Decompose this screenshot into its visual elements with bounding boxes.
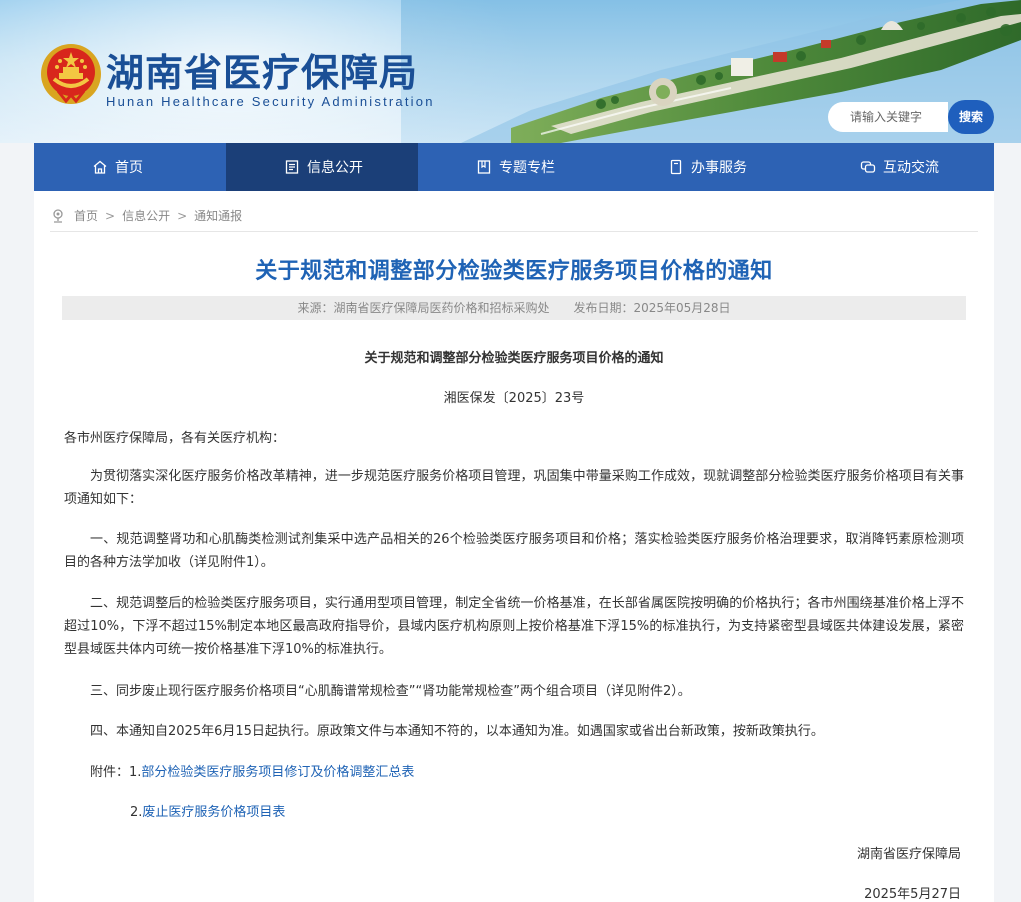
attachment-number: 1. [129, 765, 142, 780]
site-subtitle: Hunan Healthcare Security Administration [106, 94, 435, 109]
chat-icon [860, 161, 876, 173]
body-paragraph: 为贯彻落实深化医疗服务价格改革精神，进一步规范医疗服务价格项目管理，巩固集中带量… [64, 469, 964, 507]
body-paragraph: 二、规范调整后的检验类医疗服务项目，实行通用型项目管理，制定全省统一价格基准，在… [64, 596, 964, 657]
nav-item-label: 首页 [115, 160, 143, 176]
document-list-icon [285, 160, 299, 174]
breadcrumb-separator: > [177, 208, 188, 223]
nav-item-home[interactable]: 首页 [34, 143, 226, 191]
salutation: 各市州医疗保障局，各有关医疗机构： [64, 431, 286, 446]
search-input[interactable]: 请输入关键字 [828, 102, 948, 132]
attachment-row: 2.废止医疗服务价格项目表 [130, 801, 285, 824]
breadcrumb-info-disclosure[interactable]: 信息公开 [122, 207, 170, 224]
nav-item-label: 专题专栏 [499, 160, 555, 176]
attachment-number: 2. [130, 805, 143, 820]
header-banner: 湖南省医疗保障局 Hunan Healthcare Security Admin… [0, 0, 1021, 143]
site-title: 湖南省医疗保障局 [106, 50, 419, 95]
document-number: 湘医保发〔2025〕23号 [443, 391, 585, 406]
nav-item-info-disclosure[interactable]: 信息公开 [226, 143, 418, 191]
search-button[interactable]: 搜索 [948, 100, 994, 134]
breadcrumb-notices[interactable]: 通知通报 [194, 207, 242, 224]
nav-item-services[interactable]: 办事服务 [610, 143, 802, 191]
national-emblem-icon [41, 44, 101, 104]
body-paragraph: 四、本通知自2025年6月15日起执行。原政策文件与本通知不符的，以本通知为准。… [90, 724, 824, 739]
nav-item-special-topics[interactable]: 专题专栏 [418, 143, 610, 191]
article-source: 来源：湖南省医疗保障局医药价格和招标采购处 [297, 301, 550, 315]
signature-date: 2025年5月27日 [864, 887, 961, 902]
location-pin-icon [53, 208, 63, 223]
page-title: 关于规范和调整部分检验类医疗服务项目价格的通知 [255, 259, 773, 284]
breadcrumb-separator: > [105, 208, 116, 223]
file-icon [670, 159, 682, 175]
attachment-link[interactable]: 部分检验类医疗服务项目修订及价格调整汇总表 [141, 765, 414, 780]
attachment-row: 附件：1.部分检验类医疗服务项目修订及价格调整汇总表 [90, 761, 414, 784]
nav-item-label: 互动交流 [883, 160, 939, 176]
nav-item-label: 办事服务 [691, 160, 747, 176]
body-paragraph: 三、同步废止现行医疗服务价格项目“心肌酶谱常规检查”“肾功能常规检查”两个组合项… [90, 684, 691, 699]
book-icon [477, 160, 491, 174]
document-heading: 关于规范和调整部分检验类医疗服务项目价格的通知 [364, 351, 664, 366]
breadcrumb-divider [50, 231, 978, 232]
main-nav: 首页 信息公开 专题专栏 办事服务 互动交流 [34, 143, 994, 191]
article-publish-date: 发布日期：2025年05月28日 [573, 301, 731, 315]
signature-authority: 湖南省医疗保障局 [856, 847, 961, 862]
article-card: 首页 > 信息公开 > 通知通报 关于规范和调整部分检验类医疗服务项目价格的通知… [34, 191, 994, 902]
home-icon [93, 160, 107, 174]
nav-item-label: 信息公开 [307, 160, 363, 176]
nav-item-interaction[interactable]: 互动交流 [802, 143, 994, 191]
breadcrumb: 首页 > 信息公开 > 通知通报 [50, 207, 242, 224]
attachment-link[interactable]: 废止医疗服务价格项目表 [142, 805, 285, 820]
body-paragraph: 一、规范调整肾功和心肌酶类检测试剂集采中选产品相关的26个检验类医疗服务项目和价… [64, 532, 964, 570]
attachments-label: 附件： [90, 765, 130, 780]
article-meta: 来源：湖南省医疗保障局医药价格和招标采购处 发布日期：2025年05月28日 [62, 296, 966, 320]
breadcrumb-home[interactable]: 首页 [74, 207, 98, 224]
